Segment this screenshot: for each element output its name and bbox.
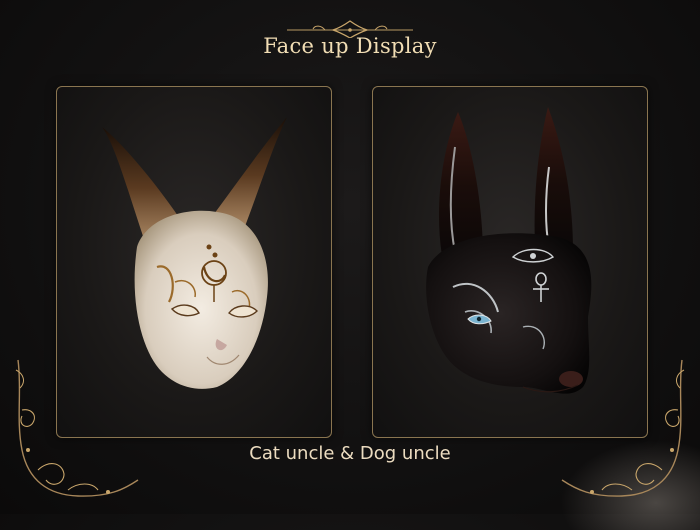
corner-ornament-left	[15, 359, 139, 497]
page-title: Face up Display	[263, 34, 437, 58]
corner-ornament-right	[561, 359, 685, 497]
